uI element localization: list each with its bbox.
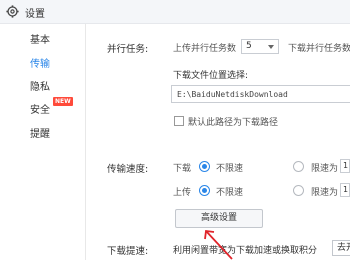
download-location-label: 下载文件位置选择:: [173, 71, 249, 81]
sidebar-item-basic[interactable]: 基本: [30, 31, 50, 46]
default-path-checkbox[interactable]: [174, 116, 184, 126]
download-path-field[interactable]: [171, 85, 350, 103]
default-path-label: 默认此路径为下载路径: [188, 118, 279, 128]
download-unlimited-label: 不限速: [216, 164, 244, 174]
download-limit-label: 限速为: [311, 164, 339, 174]
download-limit-radio[interactable]: [293, 161, 304, 172]
sidebar-item-transfer[interactable]: 传输: [30, 55, 50, 70]
upload-limit-label: 限速为: [311, 188, 339, 198]
upload-unlimited-radio[interactable]: [199, 185, 210, 196]
window-title: 设置: [25, 9, 45, 20]
sidebar-item-security[interactable]: 安全: [30, 101, 50, 116]
upload-parallel-value: 5: [246, 41, 252, 51]
upload-unlimited-label: 不限速: [216, 188, 244, 198]
upload-limit-input[interactable]: 1: [340, 183, 350, 197]
upload-parallel-select[interactable]: 5: [241, 39, 279, 54]
boost-description: 利用闲置带宽为下载加速或换取积分: [173, 246, 318, 256]
upload-parallel-label: 上传并行任务数: [173, 44, 237, 54]
download-speed-label: 下载: [173, 164, 192, 174]
download-parallel-label: 下载并行任务数: [288, 44, 350, 54]
download-path-input[interactable]: [172, 86, 350, 102]
download-limit-input[interactable]: 1: [340, 159, 350, 173]
speed-section-label: 传输速度:: [107, 164, 149, 175]
settings-sidebar: 基本 传输 隐私 安全 提醒: [0, 24, 86, 260]
gear-icon: [6, 5, 19, 18]
boost-enable-button[interactable]: 去开: [332, 240, 350, 256]
upload-limit-radio[interactable]: [293, 185, 304, 196]
new-badge: NEW: [53, 97, 73, 106]
transfer-settings-panel: 并行任务: 上传并行任务数 5 下载并行任务数 下载文件位置选择: 默认此路径为…: [87, 24, 350, 260]
annotation-arrow-icon: [204, 229, 233, 260]
parallel-section-label: 并行任务:: [107, 44, 149, 55]
advanced-settings-button[interactable]: 高级设置: [175, 209, 263, 228]
sidebar-item-privacy[interactable]: 隐私: [30, 78, 50, 93]
boost-section-label: 下载提速:: [107, 246, 149, 257]
title-bar: 设置: [0, 0, 350, 24]
download-unlimited-radio[interactable]: [199, 161, 210, 172]
sidebar-item-reminder[interactable]: 提醒: [30, 125, 50, 140]
chevron-down-icon: [268, 45, 274, 49]
upload-speed-label: 上传: [173, 188, 192, 198]
